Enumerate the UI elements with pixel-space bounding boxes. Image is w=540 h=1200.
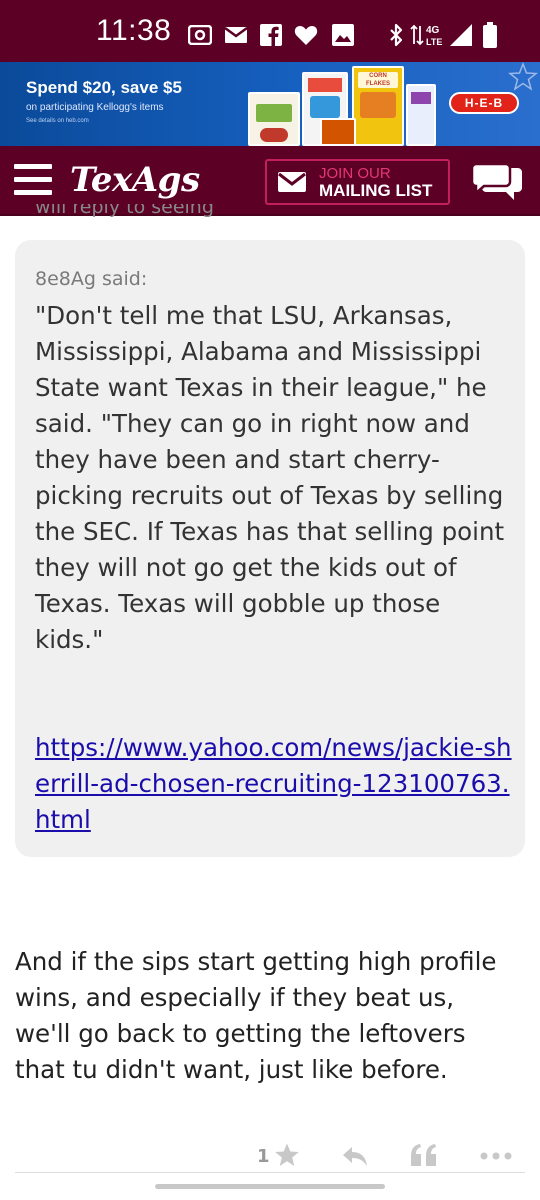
network-4g-label: 4G [426,25,440,36]
gesture-navigation-bar[interactable] [155,1184,385,1189]
mailing-label-top: JOIN OUR [319,165,391,182]
previous-text-fragment: will reply to seeing [35,204,214,218]
quote-text: "Don't tell me that LSU, Arkansas, Missi… [35,301,505,654]
post-body: And if the sips start getting high profi… [15,947,497,1084]
quote-block: 8e8Ag said: "Don't tell me that LSU, Ark… [15,240,525,857]
battery-icon [482,22,498,48]
signal-icon [448,24,474,46]
star-decoration-icon [507,62,539,91]
ad-details: See details on heb.com [26,118,89,124]
status-bar: 11:38 4G LTE [0,0,540,62]
network-lte-label: LTE [426,37,442,47]
ad-headline: Spend $20, save $5 [26,78,182,97]
join-mailing-list-button[interactable]: JOIN OUR MAILING LIST [265,159,450,205]
product-image: CORN FLAKES [352,66,404,146]
ad-subline: on participating Kellogg's items [26,102,164,113]
envelope-icon [278,172,306,192]
more-options-icon[interactable] [480,1152,512,1160]
4g-lte-icon: 4G LTE [410,24,444,47]
product-image [248,92,300,146]
star-icon[interactable] [274,1142,300,1168]
chat-icon[interactable] [470,162,524,202]
mailing-label-bottom: MAILING LIST [319,181,433,200]
site-logo[interactable]: TexAgs [70,160,200,200]
heb-logo: H-E-B [449,92,519,114]
heart-icon [294,24,318,46]
post-actions: 1 [0,1136,540,1176]
quote-icon[interactable] [409,1142,439,1168]
status-time: 11:38 [96,14,172,47]
image-icon [332,24,354,46]
product-image [320,118,356,146]
bluetooth-icon [388,23,404,47]
like-count: 1 [257,1146,270,1167]
product-label: CORN FLAKES [358,72,398,88]
post-divider [15,1172,525,1173]
facebook-icon [260,24,282,46]
screen-record-icon [188,24,212,46]
mail-icon [224,24,248,46]
menu-icon[interactable] [14,164,52,196]
reply-icon[interactable] [341,1144,369,1168]
quote-author[interactable]: 8e8Ag said: [35,268,147,290]
product-image [406,84,436,146]
quote-link[interactable]: https://www.yahoo.com/news/jackie-sherri… [35,730,515,838]
